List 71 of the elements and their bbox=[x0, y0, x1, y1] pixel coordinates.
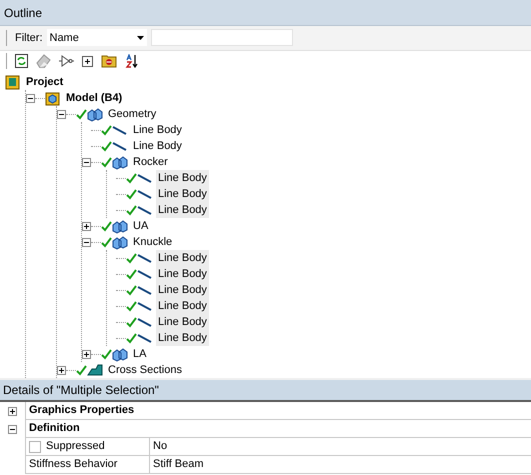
check-icon bbox=[126, 332, 137, 344]
cubes-icon bbox=[112, 154, 128, 170]
cube-icon bbox=[45, 90, 61, 106]
check-icon bbox=[101, 236, 112, 248]
checkbox[interactable] bbox=[29, 440, 41, 452]
check-icon bbox=[101, 220, 112, 232]
check-icon bbox=[126, 284, 137, 296]
folder-icon[interactable] bbox=[101, 54, 117, 68]
check-icon bbox=[126, 300, 137, 312]
tree-item[interactable]: Line Body bbox=[156, 266, 209, 282]
panel-title: Details of "Multiple Selection" bbox=[0, 380, 531, 402]
tree-item[interactable]: Project bbox=[24, 74, 66, 90]
dropdown-caret-icon bbox=[136, 36, 144, 40]
tree-item[interactable]: Geometry bbox=[106, 106, 158, 122]
expand-icon[interactable] bbox=[57, 366, 66, 374]
tree-item[interactable]: Line Body bbox=[156, 330, 209, 346]
check-icon bbox=[126, 204, 137, 216]
check-icon bbox=[126, 188, 137, 200]
refresh-icon[interactable] bbox=[15, 54, 28, 68]
expand-icon[interactable] bbox=[82, 222, 91, 230]
filter-input-field[interactable] bbox=[150, 29, 292, 46]
property-value: No bbox=[152, 439, 168, 454]
tree-item[interactable]: Line Body bbox=[156, 298, 209, 314]
collapse-icon[interactable] bbox=[26, 94, 35, 102]
property-label: Stiffness Behavior bbox=[29, 457, 118, 472]
cubes-icon bbox=[87, 106, 103, 122]
expand-all-icon[interactable] bbox=[82, 56, 93, 67]
check-icon bbox=[126, 172, 137, 184]
tree-item[interactable]: Line Body bbox=[156, 282, 209, 298]
cubes-icon bbox=[112, 346, 128, 362]
tree-item[interactable]: Rocker bbox=[131, 154, 170, 170]
check-icon bbox=[101, 124, 112, 136]
tree-item[interactable]: Line Body bbox=[156, 250, 209, 266]
collapse-icon[interactable] bbox=[57, 110, 66, 118]
tree-item[interactable]: Line Body bbox=[156, 314, 209, 330]
tree-item[interactable]: Line Body bbox=[131, 122, 184, 138]
panel-title: Outline bbox=[0, 0, 531, 26]
tree-item[interactable]: Cross Sections bbox=[106, 362, 184, 378]
property-label: Suppressed bbox=[46, 439, 105, 454]
book-icon bbox=[5, 74, 21, 90]
tree-item[interactable]: LA bbox=[131, 346, 148, 362]
check-icon bbox=[101, 156, 112, 168]
collapse-icon[interactable] bbox=[82, 238, 91, 246]
expand-icon[interactable] bbox=[8, 406, 17, 416]
collapse-icon[interactable] bbox=[82, 158, 91, 166]
filter-dropdown[interactable]: Name bbox=[46, 29, 146, 46]
check-icon bbox=[101, 348, 112, 360]
check-icon bbox=[126, 316, 137, 328]
property-value: Stiff Beam bbox=[152, 457, 205, 472]
check-icon bbox=[101, 140, 112, 152]
group-header: Graphics Properties bbox=[28, 403, 136, 418]
gate-symbol-icon[interactable] bbox=[59, 55, 74, 68]
tree-item[interactable]: Line Body bbox=[156, 202, 209, 218]
tree-item[interactable]: Model (B4) bbox=[64, 90, 124, 106]
check-icon bbox=[76, 108, 87, 120]
check-icon bbox=[76, 364, 87, 376]
expand-icon[interactable] bbox=[82, 350, 91, 358]
tree-item[interactable]: Knuckle bbox=[131, 234, 174, 250]
filter-label: Filter: bbox=[15, 30, 42, 46]
group-header: Definition bbox=[28, 421, 81, 436]
cubes-icon bbox=[112, 218, 128, 234]
cubes-icon bbox=[112, 234, 128, 250]
check-icon bbox=[126, 268, 137, 280]
check-icon bbox=[126, 252, 137, 264]
tree-item[interactable]: UA bbox=[131, 218, 150, 234]
collapse-icon[interactable] bbox=[8, 424, 17, 434]
tree-item[interactable]: Line Body bbox=[156, 186, 209, 202]
tree-item[interactable]: Line Body bbox=[131, 138, 184, 154]
sort-az-icon[interactable] bbox=[125, 54, 139, 68]
eraser-icon[interactable] bbox=[36, 54, 51, 68]
tree-item[interactable]: Line Body bbox=[156, 170, 209, 186]
